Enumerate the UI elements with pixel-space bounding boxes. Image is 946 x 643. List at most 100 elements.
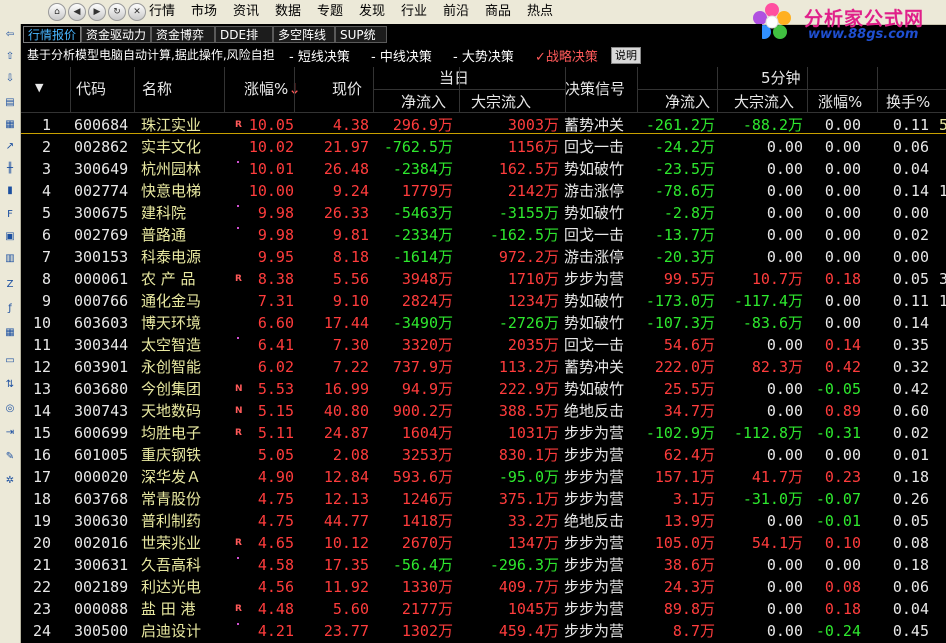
menu-item[interactable]: 发现 — [359, 0, 385, 24]
header-block-inflow-5[interactable]: 大宗流入 — [734, 91, 794, 112]
tab-item[interactable]: DDE排名 — [215, 26, 273, 59]
menu-item[interactable]: 数据 — [275, 0, 301, 24]
header-signal[interactable]: 决策信号 — [565, 78, 625, 99]
table-row[interactable]: 5 300675 建科院 9.98 26.33 -5463万 -3155万 势如破竹 -2.8万… — [21, 202, 946, 224]
table-row[interactable]: 15 600699 均胜电子 5.11 24.87 1604万 1031万 步步为营 -102.… — [21, 422, 946, 444]
table-row[interactable]: 10 603603 博天环境 6.60 17.44 -3490万 -2726万 势如破竹 -10… — [21, 312, 946, 334]
strategy-strategic[interactable]: ✓战略决策 — [535, 46, 598, 65]
menu-item[interactable]: 行业 — [401, 0, 427, 24]
table-row[interactable]: 7 300153 科泰电源 9.95 8.18 -1614万 972.2万 游击涨停 -20.3… — [21, 246, 946, 268]
table-row[interactable]: 18 603768 常青股份 4.75 12.13 1246万 375.1万 步步为营 3.1万… — [21, 488, 946, 510]
table-row[interactable]: 13 603680 今创集团 5.53 16.99 94.9万 222.9万 势如破竹 25.5… — [21, 378, 946, 400]
tab-item[interactable]: 多空阵线 — [273, 26, 335, 43]
stock-name: 常青股份 — [141, 490, 202, 508]
table-row[interactable]: 16 601005 重庆钢铁 5.05 2.08 3253万 830.1万 步步为营 62.4万… — [21, 444, 946, 466]
table-row[interactable]: 6 002769 普路通 9.98 9.81 -2334万 -162.5万 回戈一击 -13.7… — [21, 224, 946, 246]
row-number: 7 — [41, 248, 51, 266]
fin-icon[interactable]: F — [3, 208, 17, 222]
sort-icon[interactable]: ⇅ — [3, 378, 17, 392]
price: 24.87 — [323, 424, 369, 442]
table-row[interactable]: 11 300344 太空智造 6.41 7.30 3320万 2035万 回戈一击 54.6万 0… — [21, 334, 946, 356]
table-row[interactable]: 21 300631 久吾高科 4.58 17.35 -56.4万 -296.3万 步步为营 38… — [21, 554, 946, 576]
change-pct: 9.95 — [257, 248, 294, 266]
row-number: 6 — [41, 226, 51, 244]
back-icon[interactable]: ◀ — [68, 3, 86, 21]
table-row[interactable]: 1 600684 珠江实业 10.05 4.38 296.9万 3003万 蓄势冲关 -261.… — [21, 114, 946, 136]
candle-icon[interactable]: ╫ — [3, 162, 17, 176]
table-row[interactable]: 4 002774 快意电梯 10.00 9.24 1779万 2142万 游击涨停 -78.6万… — [21, 180, 946, 202]
row-number: 15 — [32, 424, 51, 442]
table-row[interactable]: 8 000061 农 产 品 8.38 5.56 3948万 1710万 步步为营 99.5万 1… — [21, 268, 946, 290]
header-net-inflow[interactable]: 净流入 — [401, 91, 446, 112]
stock-name: 普利制药 — [141, 512, 202, 530]
forward-icon[interactable]: ▶ — [88, 3, 106, 21]
bar-chart-icon[interactable]: ▮ — [3, 184, 17, 198]
table-row[interactable]: 24 300500 启迪设计 4.21 23.77 1302万 459.4万 步步为营 8.7万… — [21, 620, 946, 642]
tab-item[interactable]: 行情报价 — [23, 26, 81, 43]
report-icon[interactable]: ▤ — [3, 96, 17, 110]
table-row[interactable]: 17 000020 深华发Ａ 4.90 12.84 593.6万 -95.0万 步步为营 157… — [21, 466, 946, 488]
explain-button[interactable]: 说明 — [611, 47, 641, 64]
table-row[interactable]: 9 000766 通化金马 7.31 9.10 2824万 1234万 势如破竹 -173.0万… — [21, 290, 946, 312]
strategy-trend[interactable]: - 大势决策 — [453, 46, 514, 65]
header-net-inflow-5[interactable]: 净流入 — [665, 91, 710, 112]
menu-item[interactable]: 商品 — [485, 0, 511, 24]
change-5: -0.31 — [815, 424, 861, 442]
price: 9.81 — [332, 226, 369, 244]
fiz-icon[interactable]: Z — [3, 278, 17, 292]
net-inflow: 1604万 — [401, 424, 453, 442]
tab-item[interactable]: 资金博弈 — [151, 26, 215, 43]
home-icon[interactable]: ⌂ — [48, 3, 66, 21]
header-change[interactable]: 涨幅%↓ — [244, 78, 301, 99]
edit-icon[interactable]: ✎ — [3, 450, 17, 464]
gear-icon[interactable]: ✲ — [3, 474, 17, 488]
import-icon[interactable]: ⇥ — [3, 426, 17, 440]
sort-icon[interactable]: ▼ — [35, 81, 43, 94]
tab-item[interactable]: 资金驱动力 — [81, 26, 151, 43]
document-icon[interactable]: ▣ — [3, 230, 17, 244]
table-row[interactable]: 23 000088 盐 田 港 4.48 5.60 2177万 1045万 步步为营 89.8万… — [21, 598, 946, 620]
calendar-icon[interactable]: ▥ — [3, 252, 17, 266]
header-block-inflow[interactable]: 大宗流入 — [471, 91, 531, 112]
table-row[interactable]: 19 300630 普利制药 4.75 44.77 1418万 33.2万 绝地反击 13.9万… — [21, 510, 946, 532]
header-code[interactable]: 代码 — [76, 78, 106, 99]
header-name[interactable]: 名称 — [142, 78, 172, 99]
change-5: 0.14 — [824, 336, 861, 354]
menu-item[interactable]: 资讯 — [233, 0, 259, 24]
table-row[interactable]: 2 002862 实丰文化 10.02 21.97 -762.5万 1156万 回戈一击 -24… — [21, 136, 946, 158]
target-icon[interactable]: ◎ — [3, 402, 17, 416]
decision-signal: 回戈一击 — [564, 138, 625, 156]
net-inflow: 1246万 — [401, 490, 453, 508]
header-price[interactable]: 现价 — [332, 78, 362, 99]
menu-item[interactable]: 市场 — [191, 0, 217, 24]
arrow-down-icon[interactable]: ⇩ — [3, 72, 17, 86]
line-chart-icon[interactable]: ↗ — [3, 140, 17, 154]
stop-icon[interactable]: ✕ — [128, 3, 146, 21]
strategy-medium[interactable]: - 中线决策 — [371, 46, 432, 65]
stock-code: 300649 — [74, 160, 129, 178]
grid-icon[interactable]: ▦ — [3, 118, 17, 132]
table-row[interactable]: 20 002016 世荣兆业 4.65 10.12 2670万 1347万 步步为营 105.0… — [21, 532, 946, 554]
menu-item[interactable]: 行情 — [149, 0, 175, 24]
header-turnover-5[interactable]: 换手% — [886, 91, 930, 112]
table-row[interactable]: 3 300649 杭州园林 10.01 26.48 -2384万 162.5万 势如破竹 -23… — [21, 158, 946, 180]
menu-item[interactable]: 热点 — [527, 0, 553, 24]
arrow-left-icon[interactable]: ⇦ — [3, 28, 17, 42]
brand-url[interactable]: www.88gs.com — [808, 27, 918, 42]
menu-item[interactable]: 专题 — [317, 0, 343, 24]
table-icon[interactable]: ▦ — [3, 326, 17, 340]
refresh-icon[interactable]: ↻ — [108, 3, 126, 21]
function-icon[interactable]: ƒ — [3, 302, 17, 316]
folder-icon[interactable]: ▭ — [3, 354, 17, 368]
table-row[interactable]: 14 300743 天地数码 5.15 40.80 900.2万 388.5万 绝地反击 34.… — [21, 400, 946, 422]
clipped-column-value: 1 — [939, 182, 946, 200]
strategy-short[interactable]: - 短线决策 — [289, 46, 350, 65]
decision-signal: 步步为营 — [564, 534, 625, 552]
stock-marker-dot — [237, 161, 239, 163]
table-row[interactable]: 12 603901 永创智能 6.02 7.22 737.9万 113.2万 蓄势冲关 222.… — [21, 356, 946, 378]
arrow-up-icon[interactable]: ⇧ — [3, 50, 17, 64]
header-change-5[interactable]: 涨幅% — [818, 91, 862, 112]
menu-item[interactable]: 前沿 — [443, 0, 469, 24]
table-row[interactable]: 22 002189 利达光电 4.56 11.92 1330万 409.7万 步步为营 24.3… — [21, 576, 946, 598]
tab-item[interactable]: SUP统计 — [335, 26, 387, 59]
